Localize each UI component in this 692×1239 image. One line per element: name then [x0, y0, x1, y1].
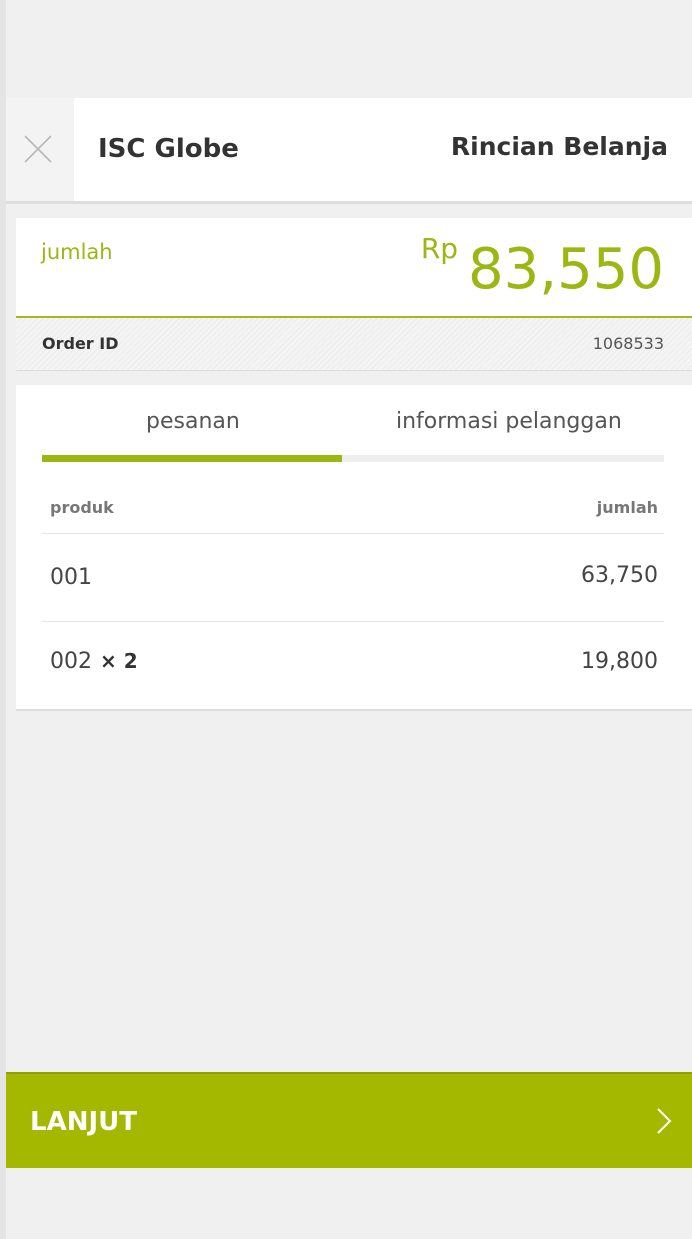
product-amount: 19,800 — [581, 649, 658, 674]
lanjut-button-label: LANJUT — [30, 1107, 137, 1137]
chevron-right-icon — [657, 1108, 672, 1134]
top-bar: ISC Globe Rincian Belanja — [6, 98, 692, 204]
order-id-label: Order ID — [42, 334, 119, 353]
app-title: ISC Globe — [98, 134, 239, 164]
close-button[interactable] — [6, 98, 74, 201]
tab-informasi-pelanggan[interactable]: informasi pelanggan — [396, 409, 622, 434]
lanjut-button[interactable]: LANJUT — [6, 1072, 692, 1168]
product-name: 002 — [50, 649, 92, 674]
divider — [42, 533, 664, 534]
column-header-jumlah: jumlah — [596, 498, 658, 517]
amount-label: jumlah — [41, 240, 113, 264]
tab-pesanan[interactable]: pesanan — [146, 409, 240, 434]
active-tab-indicator — [42, 455, 342, 462]
currency-label: Rp — [420, 232, 459, 265]
total-amount: Rp 83,550 — [421, 232, 664, 305]
amount-number: 83,550 — [468, 237, 664, 302]
divider — [42, 621, 664, 622]
order-id-value: 1068533 — [592, 334, 664, 353]
order-id-row: Order ID 1068533 — [16, 318, 692, 371]
page-title: Rincian Belanja — [450, 132, 668, 161]
product-cell: 002 × 2 — [50, 649, 138, 674]
amount-summary: jumlah Rp 83,550 — [16, 218, 692, 318]
product-name: 001 — [50, 565, 92, 590]
product-amount: 63,750 — [581, 563, 658, 588]
order-details-panel: pesanan informasi pelanggan produk jumla… — [16, 385, 692, 711]
close-icon — [24, 135, 52, 163]
column-header-produk: produk — [50, 498, 114, 517]
quantity-badge: × 2 — [100, 649, 138, 673]
